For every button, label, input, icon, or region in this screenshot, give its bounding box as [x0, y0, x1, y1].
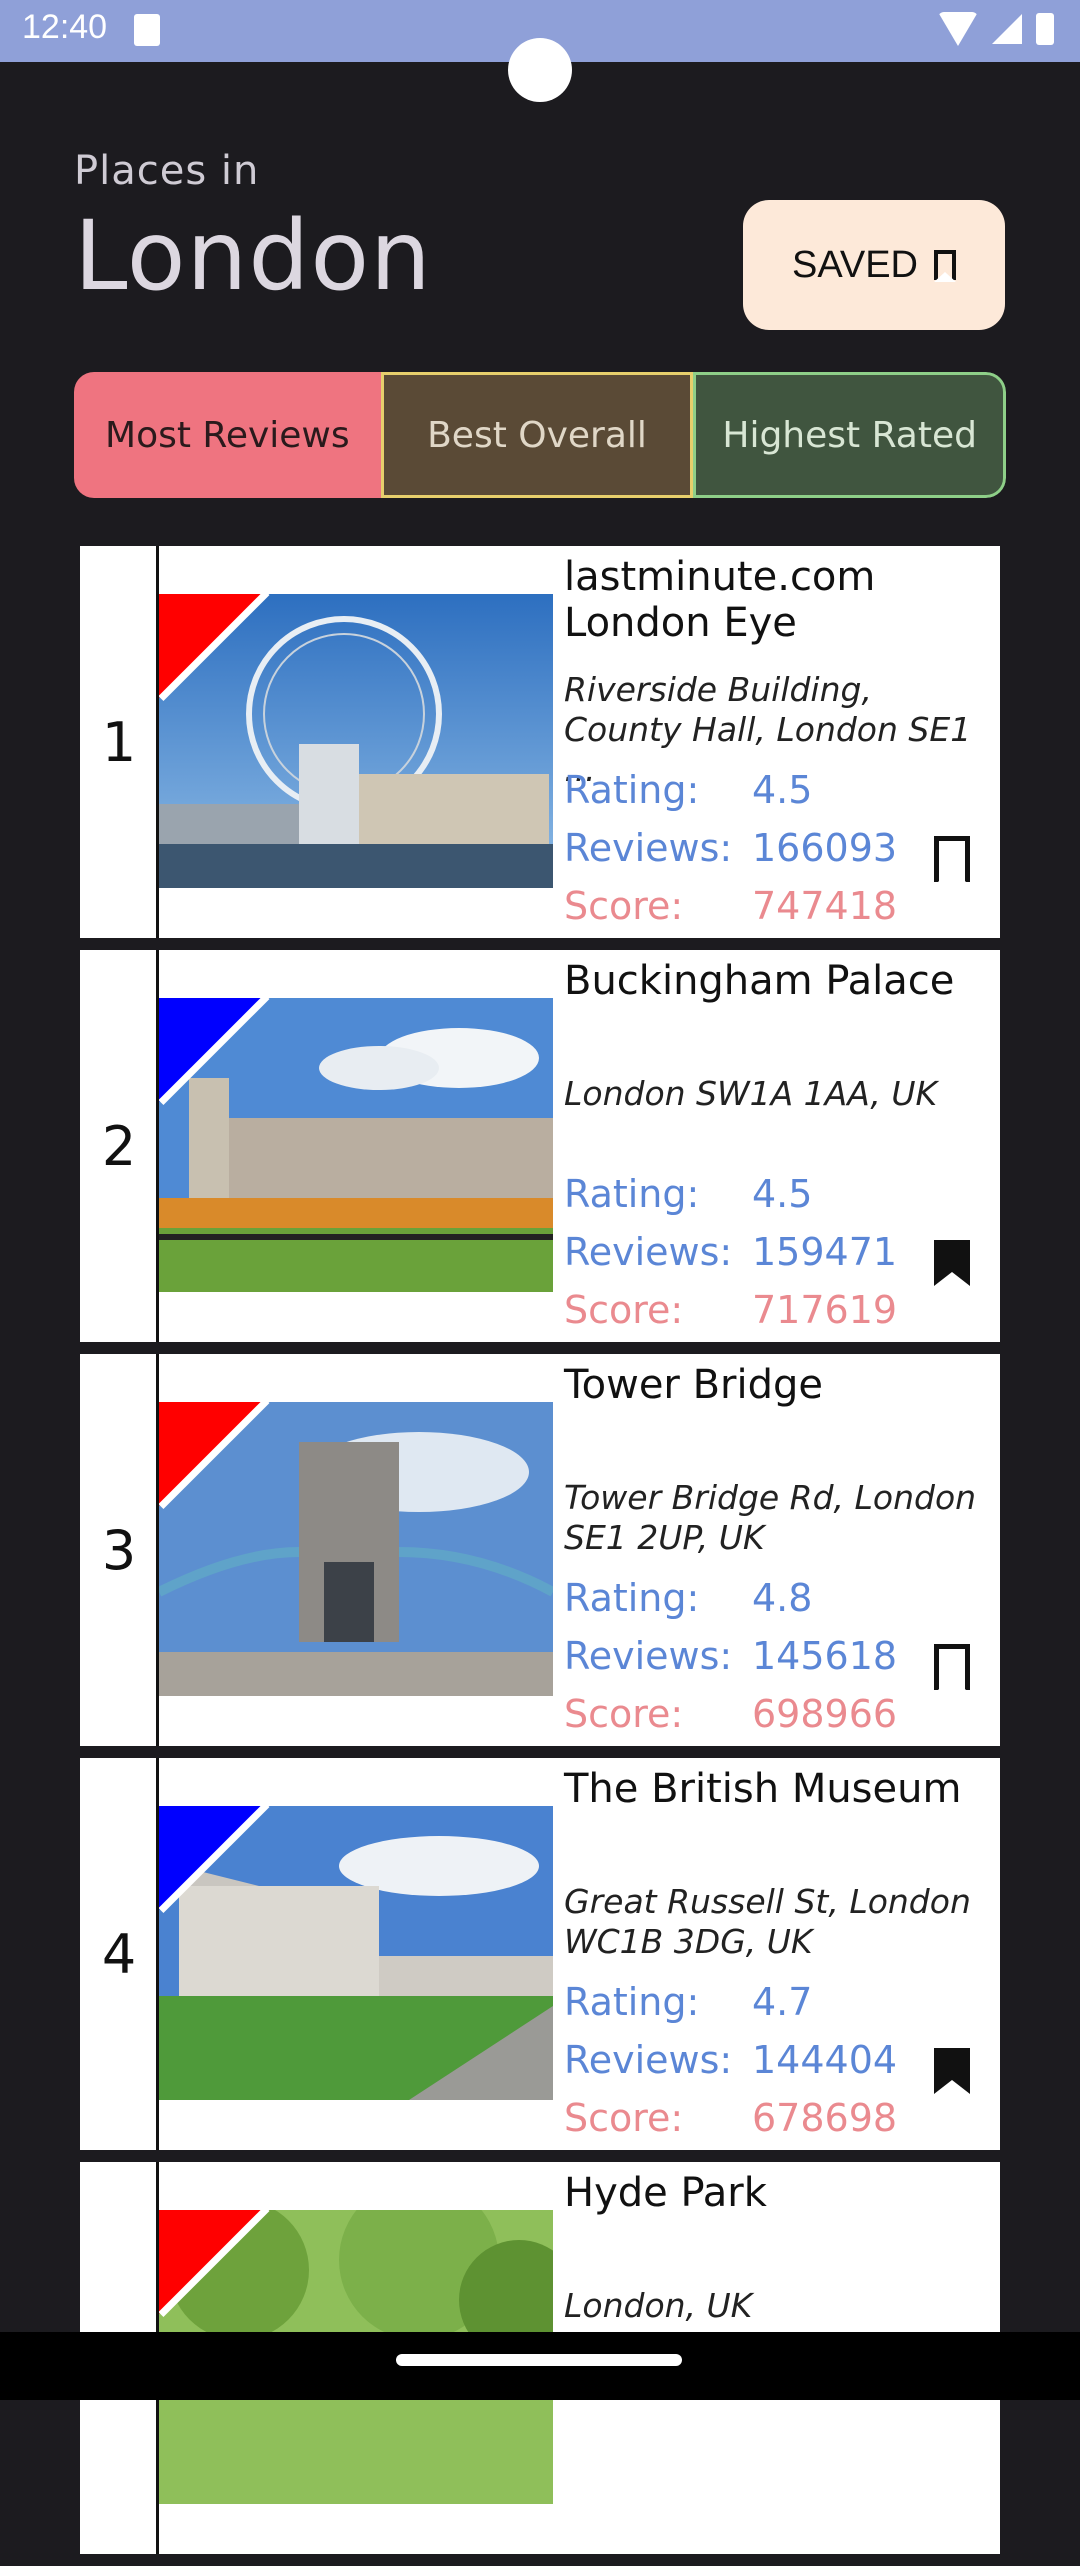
score-value: 678698 — [752, 2096, 898, 2140]
saved-label: SAVED — [791, 243, 918, 286]
score-label: Score: — [564, 884, 684, 928]
rating-value: 4.8 — [752, 1576, 813, 1620]
score-row: Score: 717619 — [564, 1288, 897, 1332]
score-label: Score: — [564, 1288, 684, 1332]
rating-value: 4.5 — [752, 768, 813, 812]
home-gesture-pill[interactable] — [396, 2354, 682, 2366]
place-card[interactable]: 2 Buckingham Palace London SW1A 1AA, UK … — [80, 950, 1000, 1342]
tab-best-overall[interactable]: Best Overall — [380, 372, 694, 498]
rating-row: Rating: 4.8 — [564, 1576, 812, 1620]
rating-label: Rating: — [564, 1576, 700, 1620]
reviews-label: Reviews: — [564, 1634, 733, 1678]
score-row: Score: 678698 — [564, 2096, 897, 2140]
rating-row: Rating: 4.5 — [564, 1172, 812, 1216]
reviews-value: 159471 — [752, 1230, 898, 1274]
reviews-label: Reviews: — [564, 826, 733, 870]
navigation-bar — [0, 2332, 1080, 2400]
score-value: 747418 — [752, 884, 898, 928]
place-photo — [159, 594, 553, 888]
signal-icon — [992, 14, 1022, 44]
bookmark-icon[interactable] — [934, 1644, 970, 1693]
rating-value: 4.7 — [752, 1980, 813, 2024]
place-photo — [159, 1402, 553, 1696]
sd-card-icon — [134, 14, 160, 46]
bookmark-filled-icon[interactable] — [934, 2048, 970, 2094]
reviews-row: Reviews: 166093 — [564, 826, 897, 870]
rating-label: Rating: — [564, 768, 700, 812]
tab-highest-rated[interactable]: Highest Rated — [693, 372, 1006, 498]
place-address: London SW1A 1AA, UK — [564, 1074, 938, 1113]
saved-button[interactable]: SAVED — [743, 200, 1005, 330]
tab-most-reviews[interactable]: Most Reviews — [74, 372, 381, 498]
place-rank: 2 — [101, 1114, 137, 1178]
bookmark-icon — [934, 250, 956, 282]
reviews-value: 145618 — [752, 1634, 898, 1678]
place-name: The British Museum — [564, 1766, 962, 1812]
reviews-row: Reviews: 144404 — [564, 2038, 897, 2082]
place-name: lastminute.com London Eye — [564, 554, 876, 646]
bookmark-filled-icon[interactable] — [934, 1240, 970, 1286]
reviews-row: Reviews: 159471 — [564, 1230, 897, 1274]
place-card[interactable]: 1 lastminute.com London Eye Riverside Bu… — [80, 546, 1000, 938]
place-rank: 4 — [101, 1922, 137, 1986]
bookmark-icon[interactable] — [934, 836, 970, 885]
status-time: 12:40 — [22, 8, 108, 46]
page-title: London — [74, 200, 432, 312]
reviews-value: 166093 — [752, 826, 898, 870]
place-address: London, UK — [564, 2286, 753, 2325]
sort-tabs: Most Reviews Best Overall Highest Rated — [74, 372, 1006, 498]
score-value: 698966 — [752, 1692, 898, 1736]
reviews-label: Reviews: — [564, 2038, 733, 2082]
score-value: 717619 — [752, 1288, 898, 1332]
place-photo — [159, 1806, 553, 2100]
place-photo — [159, 998, 553, 1292]
place-card[interactable]: 3 Tower Bridge Tower Bridge Rd, London S… — [80, 1354, 1000, 1746]
score-row: Score: 698966 — [564, 1692, 897, 1736]
page-subtitle: Places in — [74, 148, 260, 194]
place-card[interactable]: 4 The British Museum Great Russell St, L… — [80, 1758, 1000, 2150]
reviews-row: Reviews: 145618 — [564, 1634, 897, 1678]
place-address: Great Russell St, London WC1B 3DG, UK — [564, 1882, 971, 1961]
place-name: Hyde Park — [564, 2170, 767, 2216]
place-name: Buckingham Palace — [564, 958, 955, 1004]
rating-label: Rating: — [564, 1980, 700, 2024]
place-name: Tower Bridge — [564, 1362, 823, 1408]
rating-row: Rating: 4.7 — [564, 1980, 812, 2024]
camera-cutout — [508, 38, 572, 102]
wifi-icon — [938, 12, 978, 46]
battery-icon — [1036, 13, 1054, 45]
rating-label: Rating: — [564, 1172, 700, 1216]
score-row: Score: 747418 — [564, 884, 897, 928]
rating-row: Rating: 4.5 — [564, 768, 812, 812]
place-rank: 3 — [101, 1518, 137, 1582]
reviews-value: 144404 — [752, 2038, 898, 2082]
rating-value: 4.5 — [752, 1172, 813, 1216]
place-address: Tower Bridge Rd, London SE1 2UP, UK — [564, 1478, 977, 1557]
places-list: 1 lastminute.com London Eye Riverside Bu… — [80, 546, 1000, 2566]
score-label: Score: — [564, 1692, 684, 1736]
place-rank: 1 — [101, 710, 137, 774]
reviews-label: Reviews: — [564, 1230, 733, 1274]
score-label: Score: — [564, 2096, 684, 2140]
